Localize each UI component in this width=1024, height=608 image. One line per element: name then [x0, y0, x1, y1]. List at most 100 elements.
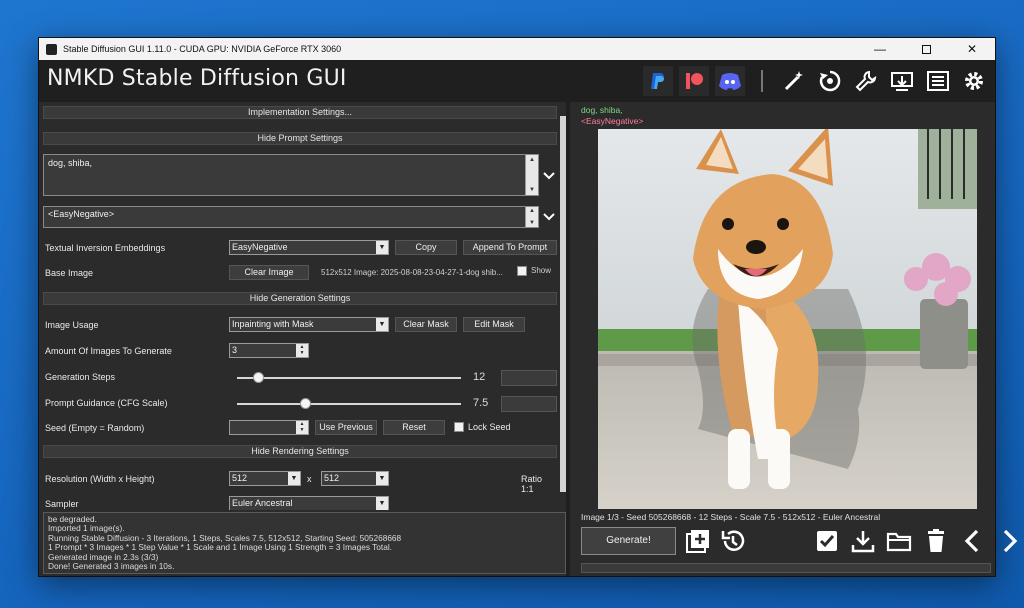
reset-button[interactable]: Reset: [383, 420, 445, 435]
prompt-text: dog, shiba,: [48, 158, 93, 168]
copy-button[interactable]: Copy: [395, 240, 457, 255]
textual-inversion-select[interactable]: EasyNegative ▼: [229, 240, 389, 255]
height-value: 512: [324, 473, 340, 483]
settings-gear-icon: [965, 72, 983, 90]
cfg-label: Prompt Guidance (CFG Scale): [45, 398, 168, 408]
clear-mask-button[interactable]: Clear Mask: [395, 317, 457, 332]
amount-stepper[interactable]: 3 ▲ ▼: [229, 343, 309, 358]
trash-icon: [928, 529, 944, 552]
minimize-button[interactable]: —: [857, 38, 903, 60]
chevron-down-icon[interactable]: [542, 210, 556, 224]
image-usage-select[interactable]: Inpainting with Mask ▼: [229, 317, 389, 332]
convert-button[interactable]: [815, 66, 845, 96]
generation-settings-toggle[interactable]: Hide Generation Settings: [43, 292, 557, 305]
delete-image-button[interactable]: [922, 527, 950, 555]
history-button[interactable]: [719, 527, 747, 555]
app-window: Stable Diffusion GUI 1.11.0 - CUDA GPU: …: [38, 37, 1018, 577]
dropdown-arrow-icon: ▼: [376, 472, 388, 485]
postprocess-button[interactable]: [779, 66, 809, 96]
lock-seed-label: Lock Seed: [468, 422, 511, 432]
app-icon: [46, 43, 57, 55]
use-previous-button[interactable]: Use Previous: [315, 420, 377, 435]
rendering-settings-toggle[interactable]: Hide Rendering Settings: [43, 445, 557, 458]
base-image-label: Base Image: [45, 268, 94, 278]
toolbar: [643, 66, 989, 96]
save-image-button[interactable]: [849, 527, 877, 555]
refresh-icon: [819, 70, 841, 92]
folder-icon: [886, 532, 912, 552]
sampler-select[interactable]: Euler Ancestral ▼: [229, 496, 389, 510]
app-header: NMKD Stable Diffusion GUI: [39, 60, 995, 102]
show-label: Show: [531, 266, 552, 275]
append-to-prompt-button[interactable]: Append To Prompt: [463, 240, 557, 255]
negative-prompt-textbox[interactable]: <EasyNegative> ▲ ▼: [43, 206, 539, 228]
magic-wand-icon: [784, 71, 803, 91]
prompt-settings-toggle[interactable]: Hide Prompt Settings: [43, 132, 557, 145]
resolution-separator: x: [307, 474, 312, 484]
dropdown-arrow-icon: ▼: [376, 318, 388, 331]
maximize-button[interactable]: [903, 38, 949, 60]
image-usage-value: Inpainting with Mask: [232, 319, 314, 329]
previous-image-button[interactable]: [959, 527, 987, 555]
steps-input[interactable]: [501, 370, 557, 386]
prompt-textbox[interactable]: dog, shiba, ▲ ▼: [43, 154, 539, 196]
patreon-icon: [686, 73, 703, 89]
lock-seed-checkbox[interactable]: [454, 422, 464, 432]
paypal-button[interactable]: [643, 66, 673, 96]
stepper-arrows-icon: ▲ ▼: [296, 421, 308, 434]
steps-slider-track[interactable]: [237, 377, 461, 379]
seed-label: Seed (Empty = Random): [45, 423, 145, 433]
stepper-arrows-icon: ▲ ▼: [296, 344, 308, 357]
implementation-settings-toggle[interactable]: Implementation Settings...: [43, 106, 557, 119]
cfg-slider-thumb[interactable]: [300, 398, 312, 409]
width-select[interactable]: 512 ▼: [229, 471, 301, 486]
close-icon: ✕: [966, 42, 978, 56]
discord-button[interactable]: [715, 66, 745, 96]
chevron-down-icon[interactable]: [542, 169, 556, 183]
close-button[interactable]: ✕: [949, 38, 995, 60]
tools-button[interactable]: [851, 66, 881, 96]
history-icon: [721, 530, 745, 551]
dropdown-arrow-icon: ▼: [288, 472, 300, 485]
image-usage-label: Image Usage: [45, 320, 99, 330]
next-image-button[interactable]: [995, 527, 1023, 555]
base-image-info: 512x512 Image: 2025-08-08-23-04-27-1-dog…: [321, 268, 503, 277]
panel-divider: [566, 102, 570, 576]
patreon-button[interactable]: [679, 66, 709, 96]
prompt-scrollbar[interactable]: ▲ ▼: [525, 155, 538, 195]
minimize-icon: —: [874, 42, 886, 56]
prev-arrow-icon: [964, 529, 979, 553]
log-line: Done! Generated 3 images in 10s.: [48, 561, 175, 572]
steps-slider-thumb[interactable]: [253, 372, 265, 383]
ratio-text: Ratio 1:1: [521, 474, 543, 494]
show-checkbox[interactable]: [517, 266, 527, 276]
add-image-button[interactable]: [684, 527, 712, 555]
open-folder-button[interactable]: [885, 527, 913, 555]
clear-image-button[interactable]: Clear Image: [229, 265, 309, 280]
next-arrow-icon: [1003, 529, 1018, 553]
steps-value: 12: [473, 371, 486, 383]
window-title: Stable Diffusion GUI 1.11.0 - CUDA GPU: …: [63, 44, 342, 54]
cfg-slider-track[interactable]: [237, 403, 461, 405]
dropdown-arrow-icon: ▼: [376, 497, 388, 510]
model-download-button[interactable]: [887, 66, 917, 96]
save-download-icon: [851, 531, 875, 553]
title-bar: Stable Diffusion GUI 1.11.0 - CUDA GPU: …: [39, 38, 995, 60]
settings-button[interactable]: [959, 66, 989, 96]
height-select[interactable]: 512 ▼: [321, 471, 389, 486]
negative-prompt-scrollbar[interactable]: ▲ ▼: [525, 207, 538, 227]
seed-input[interactable]: ▲ ▼: [229, 420, 309, 435]
amount-value: 3: [232, 345, 238, 355]
list-icon: [927, 71, 949, 91]
generated-image[interactable]: [598, 129, 977, 509]
steps-label: Generation Steps: [45, 372, 116, 382]
edit-mask-button[interactable]: Edit Mask: [463, 317, 525, 332]
preview-negative-prompt-text: <EasyNegative>: [581, 116, 644, 126]
generate-button[interactable]: Generate!: [581, 527, 676, 555]
logs-button[interactable]: [923, 66, 953, 96]
cfg-input[interactable]: [501, 396, 557, 412]
dropdown-arrow-icon: ▼: [376, 241, 388, 254]
sampler-label: Sampler: [45, 499, 79, 509]
select-image-button[interactable]: [813, 527, 841, 555]
shiba-dog-image: [598, 129, 977, 509]
